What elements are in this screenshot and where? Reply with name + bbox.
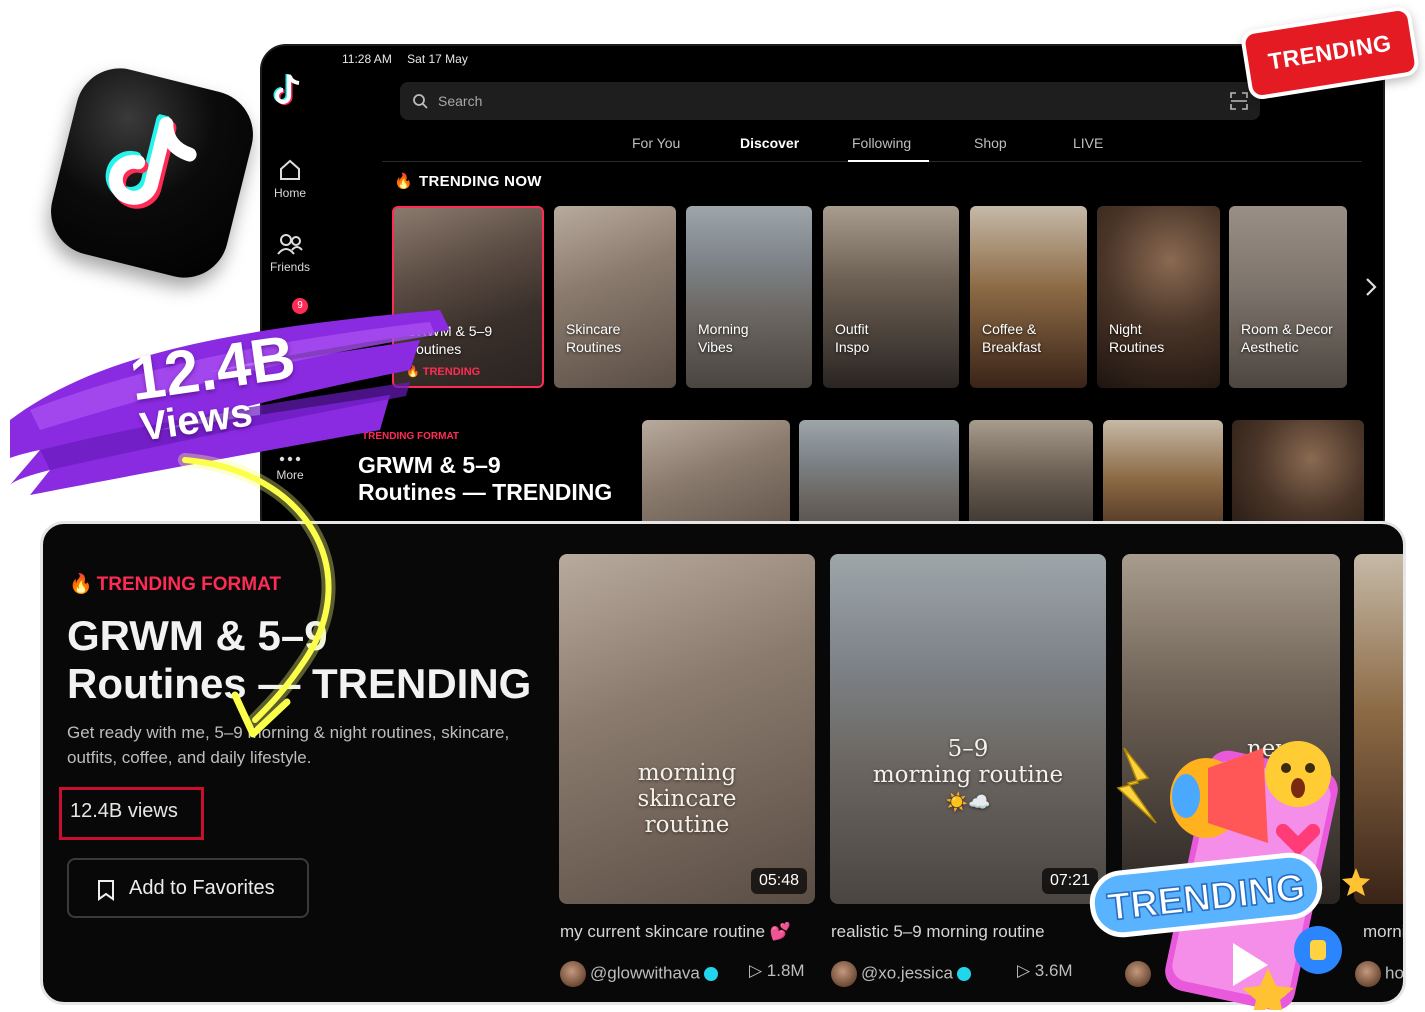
tab-live[interactable]: LIVE bbox=[1073, 135, 1103, 151]
top-tabs: For You Discover Following Shop LIVE bbox=[382, 130, 1362, 162]
card-label: Night Routines bbox=[1109, 321, 1165, 355]
active-tab-indicator bbox=[848, 160, 929, 162]
tab-shop[interactable]: Shop bbox=[974, 135, 1007, 151]
scan-icon[interactable] bbox=[1230, 92, 1248, 110]
sidebar-item-label: Home bbox=[273, 186, 306, 200]
fire-icon: 🔥 bbox=[69, 574, 93, 595]
avatar bbox=[560, 961, 586, 987]
yellow-arrow-icon bbox=[178, 453, 336, 738]
card-label: Skincare Routines bbox=[566, 321, 622, 355]
trending-card-outfit[interactable]: Outfit Inspo bbox=[823, 206, 959, 388]
trending-card-night[interactable]: Night Routines bbox=[1097, 206, 1220, 388]
search-input[interactable]: Search bbox=[400, 82, 1260, 120]
verified-icon bbox=[703, 967, 718, 981]
tiktok-logo-icon[interactable] bbox=[272, 72, 304, 113]
verified-icon bbox=[956, 967, 971, 981]
trending-card-skincare[interactable]: Skincare Routines bbox=[554, 206, 676, 388]
card-label: Room & Decor Aesthetic bbox=[1241, 321, 1333, 355]
chevron-right-icon[interactable] bbox=[1364, 276, 1378, 298]
video-plays: ▷ 1.8M bbox=[749, 961, 805, 980]
video-overlay-text: 5–9 morning routine ☀️☁️ bbox=[872, 736, 1064, 813]
status-time: 11:28 AM bbox=[342, 52, 392, 66]
detail-views: 12.4B views bbox=[59, 787, 204, 840]
add-to-favorites-button[interactable]: Add to Favorites bbox=[67, 858, 309, 918]
sidebar-item-label: Friends bbox=[269, 260, 310, 274]
trending-card-room-decor[interactable]: Room & Decor Aesthetic bbox=[1229, 206, 1347, 388]
tab-for-you[interactable]: For You bbox=[632, 135, 680, 151]
fire-icon: 🔥 bbox=[394, 173, 413, 190]
card-label: Morning Vibes bbox=[698, 321, 749, 355]
card-label: Outfit Inspo bbox=[835, 321, 870, 355]
video-author[interactable]: @xo.jessica bbox=[831, 961, 971, 987]
trending-now-title: 🔥 TRENDING NOW bbox=[394, 173, 542, 190]
video-caption[interactable]: my current skincare routine 💕 bbox=[560, 922, 791, 942]
status-date: Sat 17 May bbox=[407, 52, 468, 66]
tab-following[interactable]: Following bbox=[852, 135, 911, 151]
video-plays: ▷ 3.6M bbox=[1017, 961, 1073, 980]
tiktok-note-icon bbox=[105, 113, 197, 209]
trending-card-coffee[interactable]: Coffee & Breakfast bbox=[970, 206, 1087, 388]
tab-discover[interactable]: Discover bbox=[740, 135, 799, 151]
trending-sticker: TRENDING bbox=[1239, 4, 1421, 102]
home-icon bbox=[280, 159, 300, 180]
search-placeholder: Search bbox=[438, 93, 483, 109]
video-card[interactable]: 5–9 morning routine ☀️☁️ 07:21 bbox=[830, 554, 1106, 904]
video-caption[interactable]: realistic 5–9 morning routine bbox=[831, 922, 1045, 942]
avatar bbox=[831, 961, 857, 987]
search-icon bbox=[413, 94, 428, 109]
trending-card-morning-vibes[interactable]: Morning Vibes bbox=[686, 206, 812, 388]
favorites-label: Add to Favorites bbox=[129, 877, 275, 899]
status-bar: 11:28 AM Sat 17 May bbox=[342, 52, 480, 66]
sidebar-item-friends[interactable]: Friends bbox=[262, 232, 318, 274]
sidebar-item-home[interactable]: Home bbox=[262, 158, 318, 200]
video-overlay-text: morning skincare routine bbox=[637, 760, 737, 838]
friends-icon bbox=[277, 234, 303, 255]
bookmark-icon bbox=[98, 880, 114, 901]
tiktok-app-icon bbox=[41, 59, 263, 287]
video-duration: 05:48 bbox=[750, 868, 807, 894]
video-author[interactable]: @glowwithava bbox=[560, 961, 718, 987]
video-card[interactable]: morning skincare routine 05:48 bbox=[559, 554, 815, 904]
trending-badge-icon: TRENDING bbox=[1089, 741, 1370, 1010]
card-label: Coffee & Breakfast bbox=[982, 321, 1042, 355]
